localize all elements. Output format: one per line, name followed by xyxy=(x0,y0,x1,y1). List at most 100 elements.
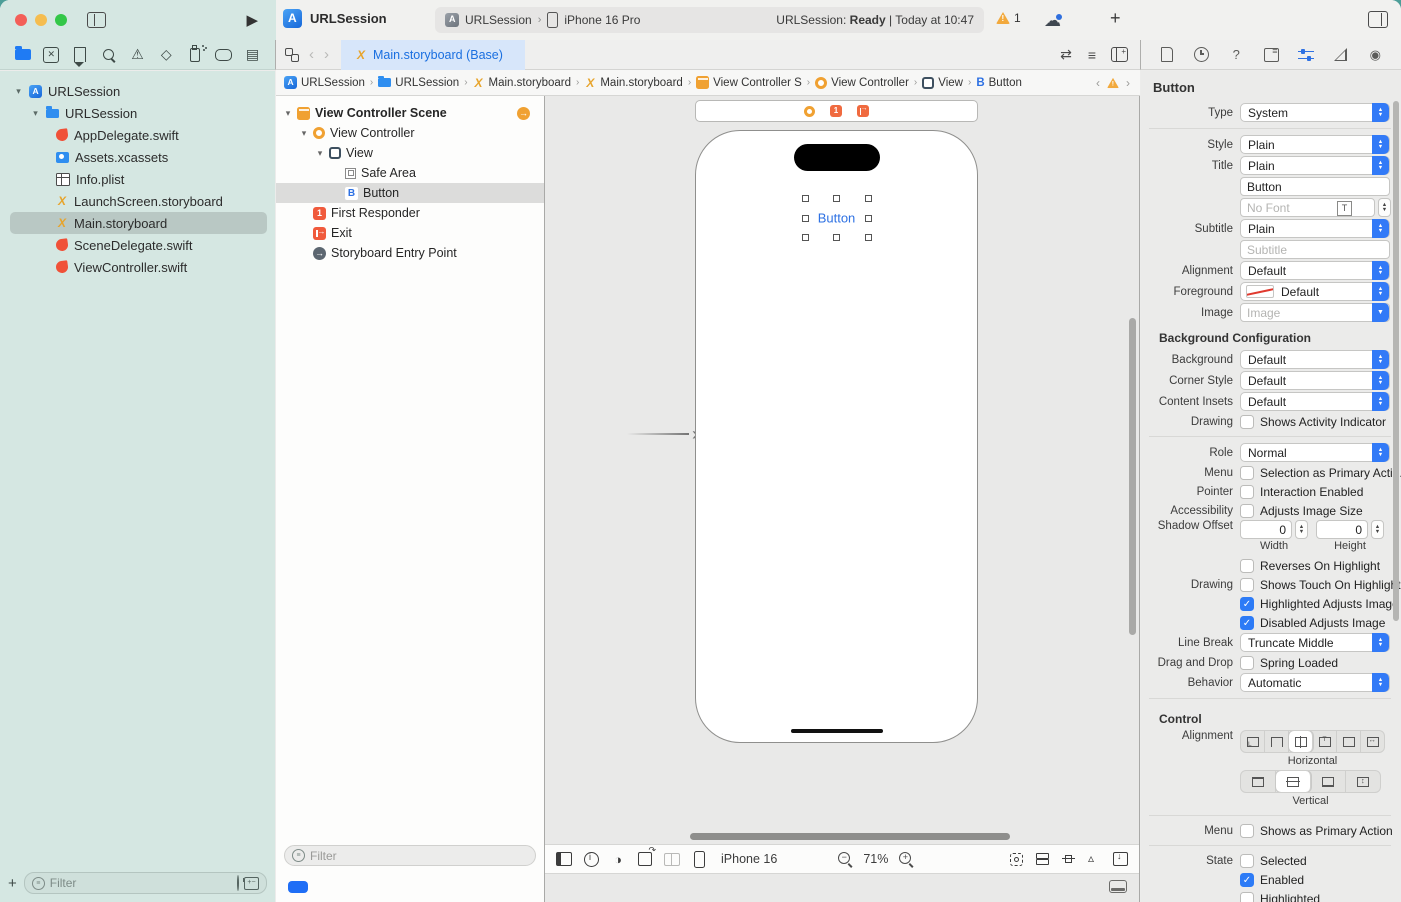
device-icon[interactable] xyxy=(691,851,707,867)
file-inspector-icon[interactable] xyxy=(1158,47,1176,63)
run-button[interactable]: ▶ xyxy=(246,11,258,29)
align-top-open-icon[interactable] xyxy=(1265,731,1289,752)
warning-badge[interactable]: 1 xyxy=(996,11,1021,25)
zoom-in-icon[interactable]: + xyxy=(898,851,914,867)
popup-button-type[interactable]: System▲▼ xyxy=(1240,103,1390,122)
inspector-scrollbar[interactable] xyxy=(1393,101,1399,621)
checkbox-highlighted-adjusts-image[interactable]: ✓ xyxy=(1240,597,1254,611)
checkbox-spring-loaded[interactable] xyxy=(1240,656,1254,670)
checkbox-enabled[interactable]: ✓ xyxy=(1240,873,1254,887)
checkbox-disabled-adjusts-image[interactable]: ✓ xyxy=(1240,616,1254,630)
show-all-tabs-icon[interactable] xyxy=(285,48,299,62)
attributes-inspector-icon[interactable] xyxy=(1297,47,1315,63)
align-baseline-icon[interactable] xyxy=(1313,731,1337,752)
sidebar-item-main-storyboard[interactable]: XMain.storyboard xyxy=(0,212,275,234)
zoom-window-button[interactable] xyxy=(55,14,67,26)
resize-handle[interactable] xyxy=(865,195,872,202)
sidebar-item-info-plist[interactable]: Info.plist xyxy=(0,168,275,190)
align-fill-vertical-icon[interactable] xyxy=(1346,771,1380,792)
popup-button-content-insets[interactable]: Default▲▼ xyxy=(1240,392,1390,411)
exit-icon[interactable] xyxy=(857,105,869,117)
recent-files-icon[interactable] xyxy=(237,876,239,890)
stepper-control[interactable]: ▲▼ xyxy=(1378,198,1391,217)
device-variants-icon[interactable] xyxy=(583,851,599,867)
minimize-window-button[interactable] xyxy=(35,14,47,26)
checkbox-shows-touch-on-highlight[interactable] xyxy=(1240,578,1254,592)
font-field[interactable]: No FontT xyxy=(1240,198,1375,217)
resize-handle[interactable] xyxy=(865,215,872,222)
popup-button-title[interactable]: Plain▲▼ xyxy=(1240,156,1390,175)
toggle-inspector-icon[interactable] xyxy=(1368,11,1388,28)
disclosure-triangle-icon[interactable]: ▾ xyxy=(14,86,23,97)
popup-button-corner-style[interactable]: Default▲▼ xyxy=(1240,371,1390,390)
issue-warning-icon[interactable] xyxy=(1107,77,1119,87)
disclosure-triangle-icon[interactable]: ▾ xyxy=(31,108,40,119)
outline-row-view[interactable]: ▾View xyxy=(276,143,544,163)
align-trailing-icon[interactable] xyxy=(1337,731,1361,752)
popup-button-alignment[interactable]: Default▲▼ xyxy=(1240,261,1390,280)
zoom-level[interactable]: 71% xyxy=(863,852,888,866)
source-control-status-icon[interactable]: +− xyxy=(244,877,259,890)
scheme-chooser[interactable]: URLSession › iPhone 16 Pro xyxy=(445,12,640,28)
toggle-canvas-bar-icon[interactable] xyxy=(1109,880,1127,893)
stepper-control[interactable]: ▲▼ xyxy=(1295,520,1308,539)
checkbox-selected[interactable] xyxy=(1240,854,1254,868)
sidebar-item-urlsession[interactable]: ▾URLSession xyxy=(0,102,275,124)
popup-button-role[interactable]: Normal▲▼ xyxy=(1240,443,1390,462)
add-constraints-icon[interactable] xyxy=(1062,853,1075,865)
height-field[interactable]: 0 xyxy=(1316,520,1368,539)
text-field[interactable]: Button xyxy=(1240,177,1390,196)
view-controller-icon[interactable] xyxy=(804,106,815,117)
sidebar-item-urlsession[interactable]: ▾URLSession xyxy=(0,80,275,102)
breadcrumb-item[interactable]: XMain.storyboard xyxy=(584,76,682,90)
checkbox-reverses-on-highlight[interactable] xyxy=(1240,559,1254,573)
image-combo-field[interactable]: Image▼ xyxy=(1240,303,1390,322)
combo-chevron-icon[interactable]: ▼ xyxy=(1372,303,1389,322)
breadcrumb-item[interactable]: URLSession xyxy=(378,77,459,89)
scheme-status-bar[interactable]: URLSession › iPhone 16 Pro URLSession: R… xyxy=(435,7,984,33)
align-leading-icon[interactable] xyxy=(1241,731,1265,752)
appearance-icon[interactable]: ◑ xyxy=(610,851,626,867)
first-responder-icon[interactable]: 1 xyxy=(830,105,842,117)
navigator-filter-input[interactable]: ≡ Filter +− xyxy=(24,872,267,894)
stepper-control[interactable]: ▲▼ xyxy=(1371,520,1384,539)
cloud-status-icon[interactable]: ☁ xyxy=(1044,11,1061,31)
resize-handle[interactable] xyxy=(802,234,809,241)
debug-navigator-icon[interactable] xyxy=(187,47,204,63)
popup-button-foreground[interactable]: Default▲▼ xyxy=(1240,282,1390,301)
next-issue-icon[interactable]: › xyxy=(1126,76,1130,90)
sidebar-item-launchscreen-storyboard[interactable]: XLaunchScreen.storyboard xyxy=(0,190,275,212)
size-inspector-icon[interactable] xyxy=(1332,47,1350,63)
horizontal-scrollbar[interactable] xyxy=(690,833,1010,840)
font-panel-icon[interactable]: T xyxy=(1337,201,1352,216)
sidebar-item-assets-xcassets[interactable]: Assets.xcassets xyxy=(0,146,275,168)
breadcrumb-item[interactable]: XMain.storyboard xyxy=(473,76,571,90)
align-top-edge-icon[interactable] xyxy=(1241,771,1276,792)
close-window-button[interactable] xyxy=(15,14,27,26)
editor-options-icon[interactable]: ≡ xyxy=(1088,47,1095,63)
resolve-autolayout-icon[interactable] xyxy=(1088,854,1100,864)
breadcrumb-item[interactable]: URLSession xyxy=(284,76,365,89)
zoom-out-icon[interactable]: − xyxy=(837,851,853,867)
checkbox-shows-as-primary-action[interactable] xyxy=(1240,824,1254,838)
code-review-icon[interactable]: ⇄ xyxy=(1060,46,1072,63)
outline-row-view-controller[interactable]: ▾View Controller xyxy=(276,123,544,143)
toggle-navigator-icon[interactable] xyxy=(87,12,106,28)
orientation-icon[interactable] xyxy=(637,851,653,867)
identity-inspector-icon[interactable] xyxy=(1262,47,1280,63)
align-bottom-edge-icon[interactable] xyxy=(1311,771,1346,792)
outline-filter-input[interactable]: ≡ Filter xyxy=(284,845,536,866)
focus-mode-icon[interactable] xyxy=(1010,853,1023,866)
issue-navigator-icon[interactable]: ⚠ xyxy=(129,47,146,63)
iphone-device-frame[interactable]: Button xyxy=(695,130,978,743)
project-navigator-icon[interactable] xyxy=(14,47,31,63)
segmented-control[interactable] xyxy=(1240,770,1381,793)
storyboard-entry-point-arrow[interactable]: › xyxy=(627,428,695,440)
connections-inspector-icon[interactable]: ◉ xyxy=(1366,47,1384,63)
segmented-control[interactable] xyxy=(1240,730,1385,753)
go-back-icon[interactable]: ‹ xyxy=(309,46,314,63)
sidebar-item-scenedelegate-swift[interactable]: SceneDelegate.swift xyxy=(0,234,275,256)
vertical-scrollbar[interactable] xyxy=(1129,318,1136,635)
toggle-outline-button[interactable] xyxy=(288,881,308,893)
test-navigator-icon[interactable]: ◇ xyxy=(158,47,175,63)
